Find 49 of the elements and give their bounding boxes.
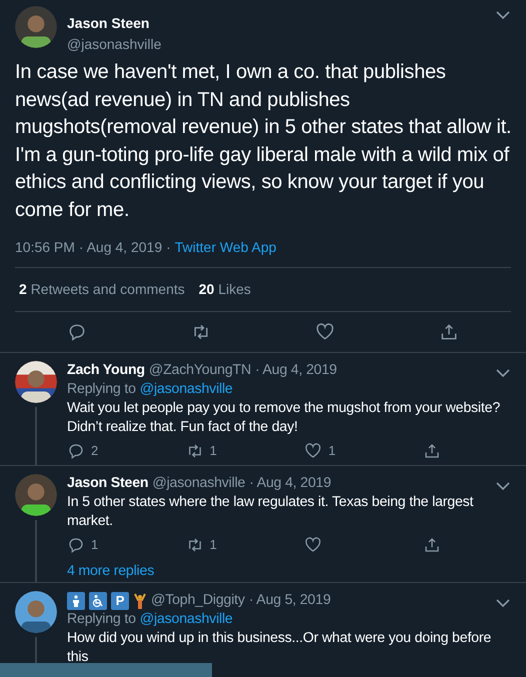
engagement-stat[interactable]: 2 Retweets and comments: [19, 279, 185, 300]
author-name[interactable]: Jason Steen: [67, 474, 148, 493]
weightlifter-icon: [133, 592, 147, 610]
chevron-down-icon[interactable]: [495, 10, 511, 20]
retweet-count: 1: [210, 536, 217, 554]
chevron-down-icon[interactable]: [495, 368, 511, 378]
avatar[interactable]: [15, 361, 57, 403]
mention-link[interactable]: @jasonashville: [140, 380, 233, 399]
reply-count: 1: [91, 536, 98, 554]
tweet-timestamp[interactable]: 10:56 PM · Aug 4, 2019: [15, 237, 162, 258]
mention-link[interactable]: @jasonashville: [140, 610, 233, 629]
retweet-count: 1: [210, 442, 217, 460]
chevron-down-icon[interactable]: [495, 598, 511, 608]
author-handle[interactable]: @Toph_Diggity: [151, 591, 245, 610]
avatar[interactable]: [15, 591, 57, 633]
replying-label: Replying to: [67, 380, 136, 399]
reply-icon[interactable]: [67, 442, 85, 460]
reply-text: How did you wind up in this business...Or what were you doing before this: [67, 629, 492, 667]
chevron-down-icon[interactable]: [495, 480, 511, 490]
wheelchair-icon: [91, 594, 105, 608]
reply-date[interactable]: · Aug 5, 2019: [248, 591, 331, 610]
tweet-text: In case we haven't met, I own a co. that publishes news(ad revenue) in TN and publishes mugshots(removal revenue) in 5 other states that allow it. I'm a gun-toting pro-life gay liberal male with a wild mix of ethics and conflicting views, so know your target if you come for me.: [15, 60, 512, 222]
reply-date[interactable]: · Aug 4, 2019: [255, 361, 337, 380]
reply-count: 2: [91, 442, 98, 460]
reply-text: Wait you let people pay you to remove the mugshot from your website? Didn’t realize that. Fun fact of the day!: [67, 399, 502, 437]
share-icon[interactable]: [439, 322, 459, 342]
avatar[interactable]: [15, 6, 57, 48]
author-handle[interactable]: @jasonashville: [152, 474, 246, 493]
reply-icon[interactable]: [67, 536, 85, 554]
author-name[interactable]: Zach Young: [67, 361, 145, 380]
author-name[interactable]: Jason Steen: [67, 13, 485, 34]
heart-icon[interactable]: [304, 536, 322, 554]
engagement-stat[interactable]: 20 Likes: [198, 279, 251, 300]
reply-date[interactable]: · Aug 4, 2019: [249, 474, 332, 493]
heart-icon[interactable]: [315, 322, 335, 342]
more-replies-link[interactable]: 4 more replies: [67, 559, 154, 582]
share-icon[interactable]: [422, 442, 441, 460]
heart-icon[interactable]: [304, 442, 322, 460]
avatar[interactable]: [15, 474, 57, 516]
reply-icon[interactable]: [67, 322, 87, 342]
separator-dot: ·: [166, 238, 171, 257]
like-count: 1: [328, 442, 336, 460]
author-handle[interactable]: @ZachYoungTN: [148, 361, 252, 380]
parking-sign: P: [116, 594, 124, 607]
source-link[interactable]: Twitter Web App: [174, 237, 276, 258]
replying-label: Replying to: [67, 610, 136, 629]
author-handle[interactable]: @jasonashville: [67, 34, 485, 55]
share-icon[interactable]: [422, 536, 441, 554]
reply-text: In 5 other states where the law regulates it. Texas being the largest market.: [67, 493, 474, 531]
